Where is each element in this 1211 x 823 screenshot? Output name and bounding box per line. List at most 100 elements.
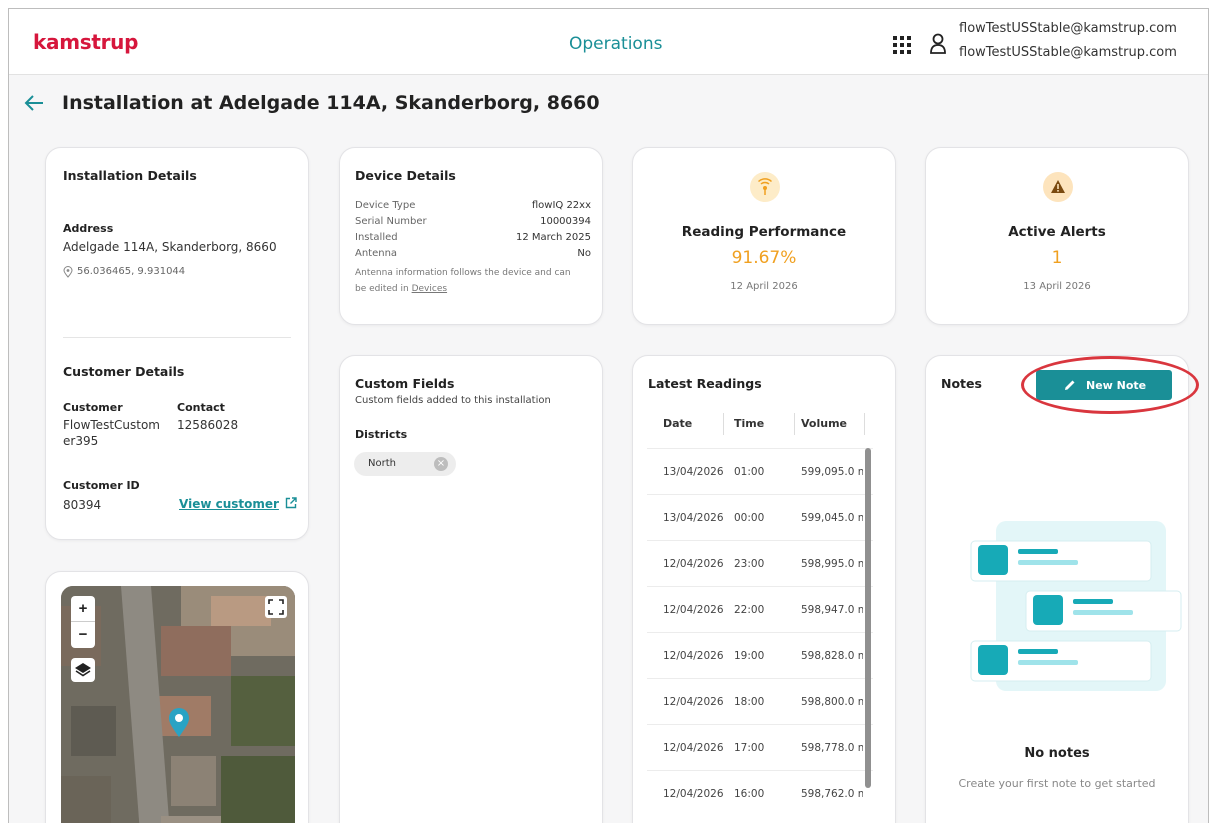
reading-performance-title: Reading Performance: [681, 224, 847, 240]
serial-number-label: Serial Number: [355, 216, 427, 227]
table-row[interactable]: 13/04/2026 00:00 599,045.0 m³: [647, 494, 873, 540]
empty-notes-subtitle: Create your first note to get started: [958, 777, 1156, 790]
customer-details-title: Customer Details: [63, 364, 185, 379]
view-customer-link[interactable]: View customer: [179, 495, 298, 513]
back-arrow-icon[interactable]: [23, 93, 45, 113]
table-row[interactable]: 12/04/2026 18:00 598,800.0 m³: [647, 678, 873, 724]
top-bar: kamstrup Operations flowTestUSStable@kam…: [9, 9, 1208, 75]
active-alerts-title: Active Alerts: [1008, 224, 1106, 240]
cell-time: 18:00: [734, 696, 765, 708]
coordinates: 56.036465, 9.931044: [77, 266, 186, 277]
column-header-time[interactable]: Time: [734, 417, 764, 430]
column-separator: [864, 413, 865, 435]
fullscreen-icon: [268, 599, 284, 615]
user-icon[interactable]: [929, 33, 947, 55]
table-row[interactable]: 12/04/2026 22:00 598,947.0 m³: [647, 586, 873, 632]
location-pin-icon: [63, 266, 73, 278]
cell-date: 12/04/2026: [663, 788, 724, 800]
zoom-out-button[interactable]: −: [71, 622, 95, 648]
remove-chip-icon[interactable]: ×: [434, 457, 448, 471]
device-details-title: Device Details: [355, 168, 456, 183]
column-header-date[interactable]: Date: [663, 417, 692, 430]
table-row[interactable]: 12/04/2026 23:00 598,995.0 m³: [647, 540, 873, 586]
empty-notes-illustration: [970, 521, 1182, 691]
cell-volume: 598,828.0 m³: [801, 650, 863, 662]
contact-label: Contact: [177, 401, 225, 414]
latest-readings-card: Latest Readings Date Time Volume 13/04/2…: [632, 355, 896, 823]
device-row: Antenna No: [355, 248, 591, 264]
column-header-volume[interactable]: Volume: [801, 417, 847, 430]
grid-icon[interactable]: [892, 35, 912, 55]
cell-time: 22:00: [734, 604, 765, 616]
devices-link[interactable]: Devices: [412, 284, 447, 294]
reading-performance-date: 12 April 2026: [730, 281, 798, 292]
customer-label: Customer: [63, 401, 123, 414]
antenna-value: No: [577, 248, 591, 259]
notes-card: Notes New Note No notes Create your firs…: [925, 355, 1189, 823]
device-type-value: flowIQ 22xx: [531, 200, 591, 211]
installed-label: Installed: [355, 232, 398, 243]
user-account[interactable]: flowTestUSStable@kamstrup.com flowTestUS…: [959, 17, 1177, 65]
cell-date: 12/04/2026: [663, 696, 724, 708]
active-alerts-date: 13 April 2026: [1023, 281, 1091, 292]
map-imagery: [61, 586, 295, 823]
cell-date: 13/04/2026: [663, 512, 724, 524]
cell-date: 12/04/2026: [663, 558, 724, 570]
table-row[interactable]: 12/04/2026 16:00 598,762.0 m³: [647, 770, 873, 816]
column-separator: [794, 413, 795, 435]
table-row[interactable]: 12/04/2026 19:00 598,828.0 m³: [647, 632, 873, 678]
table-scrollbar[interactable]: [865, 448, 871, 788]
kamstrup-logo[interactable]: kamstrup: [33, 30, 138, 54]
districts-label: Districts: [355, 428, 408, 441]
cell-volume: 598,800.0 m³: [801, 696, 863, 708]
district-chip-label: North: [368, 458, 396, 469]
user-email: flowTestUSStable@kamstrup.com: [959, 21, 1177, 36]
cell-date: 12/04/2026: [663, 604, 724, 616]
table-row[interactable]: 12/04/2026 17:00 598,778.0 m³: [647, 724, 873, 770]
cell-time: 23:00: [734, 558, 765, 570]
serial-number-value: 10000394: [540, 216, 591, 227]
antenna-note: Antenna information follows the device a…: [355, 268, 571, 278]
installation-details-title: Installation Details: [63, 168, 197, 183]
cell-time: 01:00: [734, 466, 765, 478]
customer-id-label: Customer ID: [63, 479, 140, 492]
installation-details-card: Installation Details Address Adelgade 11…: [45, 147, 309, 540]
active-alerts-card[interactable]: Active Alerts 1 13 April 2026: [925, 147, 1189, 325]
antenna-label: Antenna: [355, 248, 398, 259]
cell-volume: 598,778.0 m³: [801, 742, 863, 754]
column-separator: [723, 413, 724, 435]
app-window: kamstrup Operations flowTestUSStable@kam…: [8, 8, 1209, 823]
device-type-label: Device Type: [355, 200, 416, 211]
cell-time: 16:00: [734, 788, 765, 800]
layers-icon: [75, 663, 91, 677]
custom-fields-card: Custom Fields Custom fields added to thi…: [339, 355, 603, 823]
zoom-in-button[interactable]: +: [71, 596, 95, 622]
notes-title: Notes: [941, 376, 982, 391]
device-details-card: Device Details Device Type flowIQ 22xx S…: [339, 147, 603, 325]
satellite-map[interactable]: + −: [61, 586, 295, 823]
external-link-icon: [286, 497, 298, 509]
table-row[interactable]: 13/04/2026 01:00 599,095.0 m³: [647, 448, 873, 494]
device-row: Serial Number 10000394: [355, 216, 591, 232]
fullscreen-button[interactable]: [265, 596, 287, 618]
zoom-controls: + −: [71, 596, 95, 648]
app-title: Operations: [569, 34, 663, 54]
cell-time: 00:00: [734, 512, 765, 524]
user-email-secondary: flowTestUSStable@kamstrup.com: [959, 45, 1177, 60]
view-customer-label: View customer: [179, 497, 279, 511]
custom-fields-title: Custom Fields: [355, 376, 455, 391]
latest-readings-title: Latest Readings: [648, 376, 762, 391]
contact-value: 12586028: [177, 418, 239, 432]
customer-value-cont: er395: [63, 434, 99, 448]
signal-icon: [750, 172, 780, 202]
map-marker-icon[interactable]: [167, 706, 191, 738]
custom-fields-subtitle: Custom fields added to this installation: [355, 395, 551, 406]
layers-button[interactable]: [71, 658, 95, 682]
district-chip: North ×: [354, 452, 456, 476]
cell-volume: 599,095.0 m³: [801, 466, 863, 478]
installed-value: 12 March 2025: [515, 232, 591, 243]
highlight-annotation: [1021, 356, 1199, 414]
reading-performance-card[interactable]: Reading Performance 91.67% 12 April 2026: [632, 147, 896, 325]
cell-volume: 598,995.0 m³: [801, 558, 863, 570]
reading-performance-value: 91.67%: [731, 248, 797, 268]
